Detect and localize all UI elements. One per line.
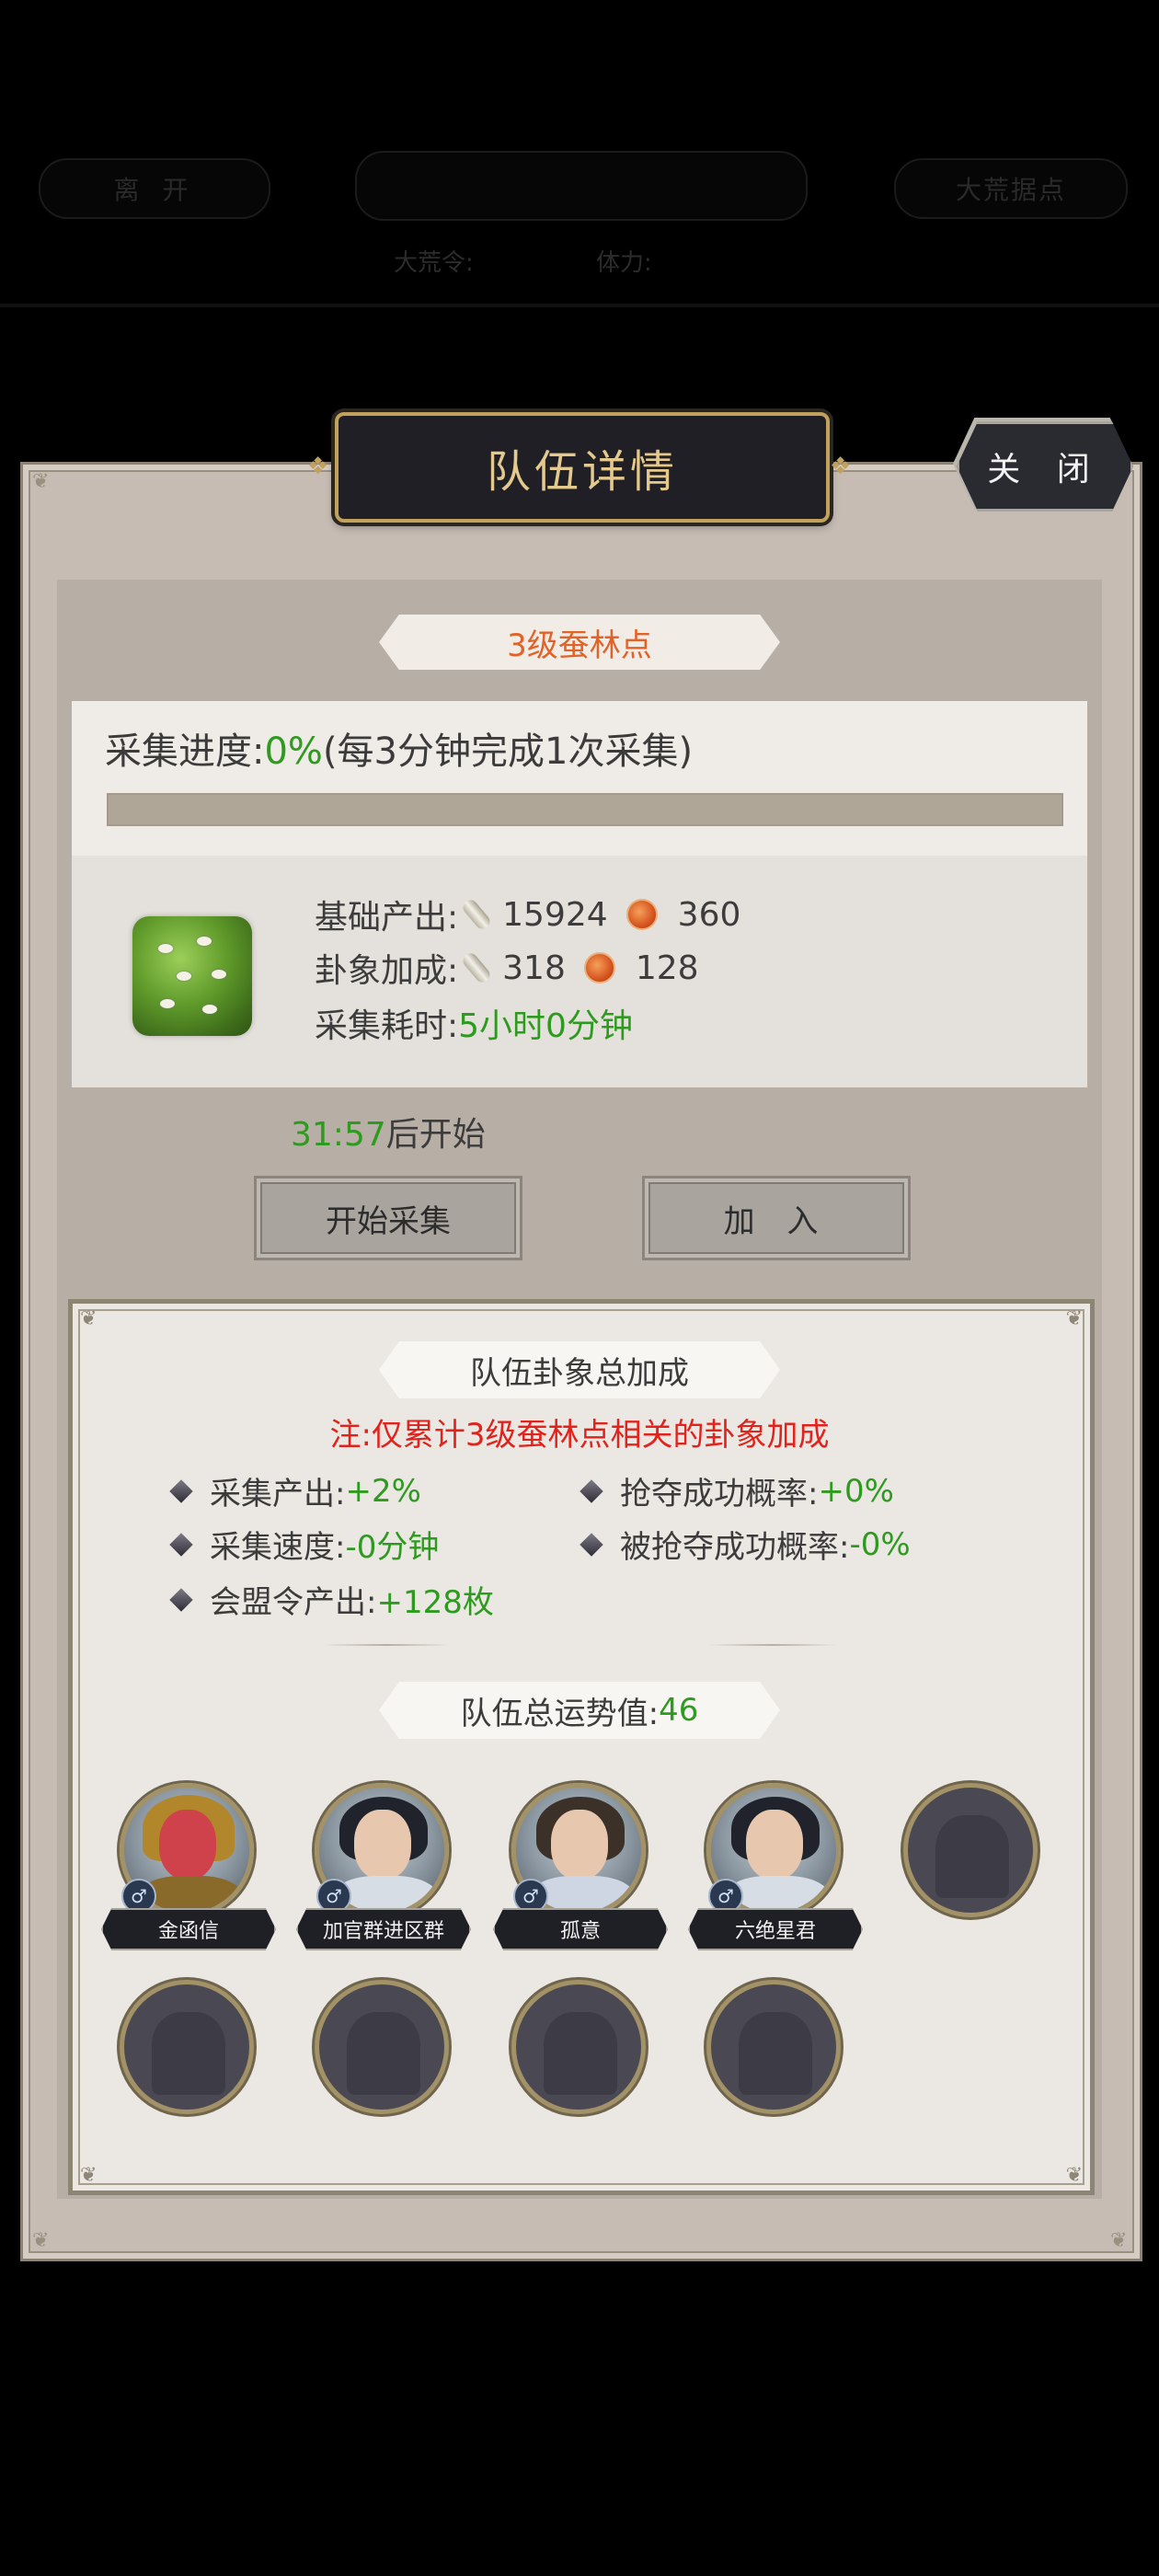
- hexagram-bonus-label: 卦象加成:: [315, 952, 459, 990]
- countdown-suffix: 后开始: [385, 1116, 486, 1154]
- stat-robbed-success: 被抢夺成功概率: -0%: [580, 1522, 911, 1567]
- corner-ornament: ❦: [1065, 2164, 1083, 2187]
- location-title-pill: [355, 151, 808, 221]
- empty-member-slot[interactable]: [903, 1783, 1038, 1917]
- stat-gather-output: 采集产出: +2%: [169, 1468, 421, 1513]
- empty-silhouette-icon: [739, 2012, 812, 2095]
- hexagram-bonus-row: 卦象加成: 318 128: [315, 944, 699, 992]
- diamond-bullet-icon: [169, 1532, 193, 1557]
- progress-label: 采集进度:: [105, 730, 265, 773]
- empty-silhouette-icon: [544, 2012, 617, 2095]
- diamond-bullet-icon: [580, 1478, 603, 1503]
- member-name-plate: 孤意: [493, 1908, 668, 1950]
- progress-text: 采集进度:0%(每3分钟完成1次采集): [105, 721, 693, 775]
- empty-member-slot[interactable]: [120, 1980, 254, 2114]
- stronghold-button: 大荒据点: [894, 158, 1128, 219]
- modal-title: 队伍详情: [486, 446, 678, 498]
- close-button[interactable]: 关 闭: [957, 421, 1133, 512]
- empty-member-slot[interactable]: [511, 1980, 646, 2114]
- bonus-header-ribbon: 队伍卦象总加成: [379, 1341, 780, 1398]
- top-bar-divider: [0, 304, 1159, 307]
- bonus-note: 注:仅累计3级蚕林点相关的卦象加成: [329, 1417, 830, 1454]
- gather-time-label: 采集耗时:: [315, 1007, 459, 1045]
- gather-time-row: 采集耗时: 5小时0分钟: [315, 999, 633, 1047]
- leave-button: 离 开: [39, 158, 270, 219]
- diamond-bullet-icon: [169, 1478, 193, 1503]
- hexagram-silk-value: 318: [502, 949, 566, 987]
- empty-silhouette-icon: [935, 1815, 1009, 1898]
- progress-bar: [107, 793, 1063, 826]
- title-ornament-right: ❖: [830, 453, 852, 480]
- corner-ornament: ❦: [32, 470, 50, 493]
- section-divider: [708, 1644, 837, 1646]
- title-ornament-left: ❖: [307, 453, 329, 480]
- hexagram-coin-value: 128: [635, 949, 699, 987]
- empty-member-slot[interactable]: [706, 1980, 841, 2114]
- empty-silhouette-icon: [152, 2012, 225, 2095]
- fortune-value: 46: [659, 1692, 699, 1729]
- base-output-row: 基础产出: 15924 360: [315, 891, 740, 938]
- coin-icon: [625, 899, 658, 930]
- empty-silhouette-icon: [347, 2012, 420, 2095]
- join-button[interactable]: 加 入: [642, 1176, 911, 1260]
- empty-member-slot[interactable]: [315, 1980, 449, 2114]
- stat-alliance-order: 会盟令产出: +128枚: [169, 1577, 494, 1622]
- start-countdown: 31:57后开始: [291, 1108, 486, 1156]
- corner-ornament: ❦: [32, 2229, 50, 2252]
- coin-icon: [583, 952, 615, 983]
- point-name-ribbon: 3级蚕林点: [379, 615, 780, 670]
- output-info-section: 基础产出: 15924 360 卦象加成: 318 128 采集耗时: 5小时0…: [72, 856, 1087, 1087]
- section-divider: [322, 1644, 451, 1646]
- member-name-plate: 加官群进区群: [296, 1908, 471, 1950]
- modal-title-plate: ❖ 队伍详情 ❖: [307, 412, 851, 523]
- order-label: 大荒令:: [394, 249, 474, 277]
- progress-value: 0%: [264, 730, 323, 773]
- silkworm-forest-icon: [132, 916, 252, 1036]
- background-top-bar: 离 开 大荒据点 大荒令: 体力:: [0, 138, 1159, 308]
- point-name: 3级蚕林点: [507, 627, 652, 664]
- stat-rob-success: 抢夺成功概率: +0%: [580, 1468, 894, 1513]
- diamond-bullet-icon: [169, 1587, 193, 1612]
- fortune-ribbon: 队伍总运势值: 46: [379, 1682, 780, 1739]
- corner-ornament: ❦: [80, 1307, 98, 1330]
- corner-ornament: ❦: [1065, 1307, 1083, 1330]
- base-output-label: 基础产出:: [315, 899, 459, 937]
- corner-ornament: ❦: [80, 2164, 98, 2187]
- diamond-bullet-icon: [580, 1532, 603, 1557]
- progress-note: (每3分钟完成1次采集): [322, 730, 694, 773]
- bonus-header: 队伍卦象总加成: [470, 1354, 689, 1392]
- member-name-plate: 金函信: [101, 1908, 276, 1950]
- stat-gather-speed: 采集速度: -0分钟: [169, 1522, 439, 1567]
- stamina-label: 体力:: [596, 249, 652, 277]
- progress-section: 采集进度:0%(每3分钟完成1次采集): [72, 701, 1087, 856]
- start-gathering-button[interactable]: 开始采集: [254, 1176, 522, 1260]
- gather-time-value: 5小时0分钟: [458, 1007, 633, 1045]
- silk-icon: [460, 950, 493, 985]
- member-name-plate: 六绝星君: [688, 1908, 863, 1950]
- fortune-label: 队伍总运势值:: [460, 1695, 660, 1732]
- silk-icon: [460, 897, 493, 932]
- base-coin-value: 360: [677, 895, 741, 934]
- countdown-value: 31:57: [291, 1116, 386, 1154]
- corner-ornament: ❦: [1110, 2229, 1128, 2252]
- base-silk-value: 15924: [502, 895, 608, 934]
